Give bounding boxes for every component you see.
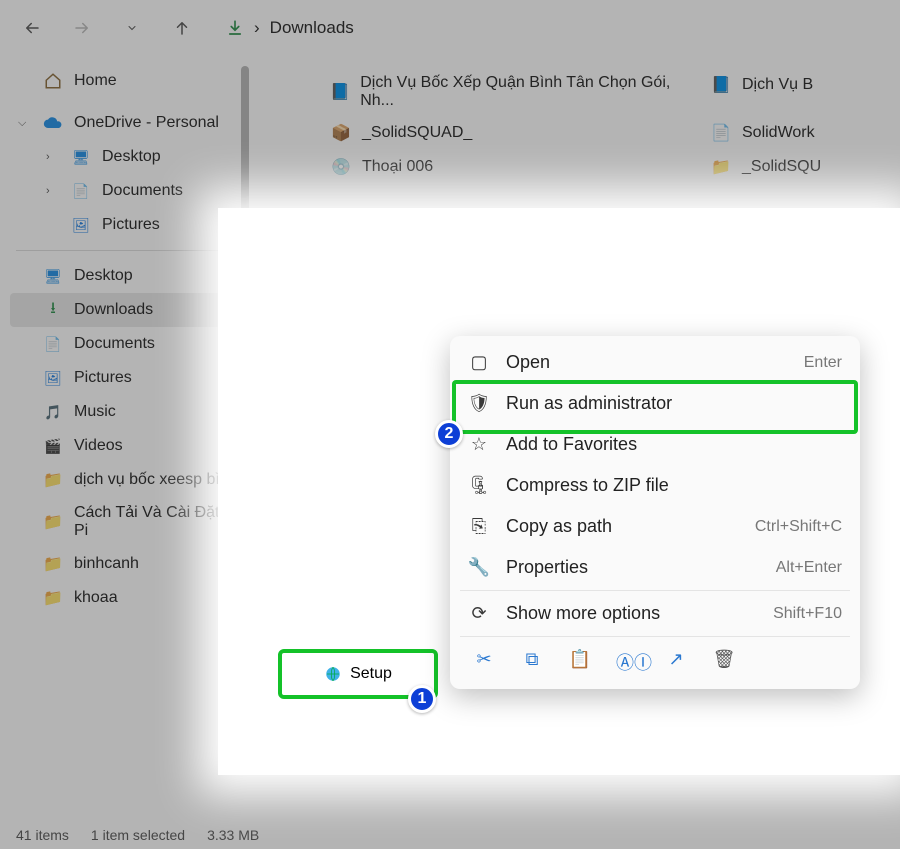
rename-button[interactable]: ⒶⒾ — [616, 649, 640, 675]
file-item[interactable]: 📄SolidWork — [680, 116, 900, 150]
sidebar-item-desktop[interactable]: 🖥Desktop📌 — [10, 259, 246, 293]
chevron-down-icon[interactable]: ⌵ — [18, 117, 32, 130]
forward-button[interactable] — [66, 12, 98, 44]
nav-bar: › Downloads — [0, 0, 900, 56]
sidebar-item-home[interactable]: Home — [10, 64, 246, 98]
sidebar-item-od-documents[interactable]: ›📄Documents — [10, 174, 246, 208]
chevron-right-icon[interactable]: › — [46, 151, 60, 163]
sidebar-item-documents[interactable]: 📄Documents📌 — [10, 327, 246, 361]
file-item[interactable]: 📦_SolidSQUAD_ — [250, 116, 680, 150]
annotation-badge-2: 2 — [435, 420, 463, 448]
shield-icon: 🛡 — [468, 393, 490, 414]
sidebar-item-folder[interactable]: 📁khoaa — [10, 581, 246, 615]
cut-button[interactable]: ✂ — [472, 649, 496, 675]
breadcrumb-location[interactable]: Downloads — [270, 18, 354, 38]
sidebar-item-music[interactable]: 🎵Music📌 — [10, 395, 246, 429]
file-item[interactable]: 📁_SolidSQU — [680, 150, 900, 184]
status-item-count: 41 items — [16, 827, 69, 843]
ctx-show-more[interactable]: ⟳Show more optionsShift+F10 — [450, 593, 860, 634]
context-menu: ▢OpenEnter 🛡Run as administrator ☆Add to… — [450, 336, 860, 689]
status-selection: 1 item selected — [91, 827, 185, 843]
desktop-icon: 🖥 — [42, 266, 64, 286]
share-button[interactable]: ↗ — [664, 649, 688, 675]
folder-icon: 📁 — [710, 156, 732, 178]
file-item[interactable]: 📘Dịch Vụ B — [680, 68, 900, 102]
chevron-right-icon: › — [254, 18, 260, 38]
folder-icon: 📁 — [42, 588, 64, 608]
folder-icon: 📁 — [42, 512, 64, 532]
folder-icon: 📁 — [42, 554, 64, 574]
setup-label: Setup — [350, 665, 392, 683]
status-bar: 41 items 1 item selected 3.33 MB — [0, 821, 900, 849]
chevron-right-icon[interactable]: › — [46, 185, 60, 197]
setup-icon — [324, 665, 342, 683]
ctx-copy-path[interactable]: ⎘Copy as pathCtrl+Shift+C — [450, 506, 860, 547]
open-icon: ▢ — [468, 352, 490, 373]
sidebar-item-od-pictures[interactable]: 🖼Pictures — [10, 208, 246, 242]
music-icon: 🎵 — [42, 402, 64, 422]
recent-dropdown[interactable] — [116, 12, 148, 44]
more-icon: ⟳ — [468, 603, 490, 624]
back-button[interactable] — [16, 12, 48, 44]
breadcrumb[interactable]: › Downloads — [226, 18, 354, 38]
ctx-open[interactable]: ▢OpenEnter — [450, 342, 860, 383]
home-icon — [42, 71, 64, 91]
onedrive-icon — [42, 113, 64, 133]
downloads-icon: ⭳ — [42, 300, 64, 320]
zip-icon: 🗜 — [468, 475, 490, 496]
up-button[interactable] — [166, 12, 198, 44]
desktop-icon: 🖥 — [70, 147, 92, 167]
sidebar-item-downloads[interactable]: ⭳Downloads📌 — [10, 293, 246, 327]
disc-icon: 💿 — [330, 156, 352, 178]
ctx-run-admin[interactable]: 🛡Run as administrator — [450, 383, 860, 424]
folder-icon: 📁 — [42, 470, 64, 490]
sidebar-item-od-desktop[interactable]: ›🖥Desktop — [10, 140, 246, 174]
sidebar-home-label: Home — [74, 72, 117, 90]
star-icon: ☆ — [468, 434, 490, 455]
sidebar-item-videos[interactable]: 🎬Videos📌 — [10, 429, 246, 463]
copy-button[interactable]: ⧉ — [520, 649, 544, 675]
file-item[interactable]: 📘Dịch Vụ Bốc Xếp Quận Bình Tân Chọn Gói,… — [250, 68, 680, 116]
wrench-icon: 🔧 — [468, 557, 490, 578]
sidebar-item-folder[interactable]: 📁dịch vụ bốc xeesp bìn — [10, 463, 246, 497]
videos-icon: 🎬 — [42, 436, 64, 456]
sidebar-item-onedrive[interactable]: ⌵ OneDrive - Personal — [10, 106, 246, 140]
sidebar-item-pictures[interactable]: 🖼Pictures📌 — [10, 361, 246, 395]
downloads-icon — [226, 19, 244, 37]
ctx-properties[interactable]: 🔧PropertiesAlt+Enter — [450, 547, 860, 588]
status-size: 3.33 MB — [207, 827, 259, 843]
pictures-icon: 🖼 — [42, 368, 64, 388]
copy-path-icon: ⎘ — [468, 516, 490, 537]
annotation-badge-1: 1 — [408, 685, 436, 713]
sidebar: Home ⌵ OneDrive - Personal ›🖥Desktop ›📄D… — [0, 56, 250, 816]
sidebar-onedrive-label: OneDrive - Personal — [74, 114, 219, 132]
ctx-toolbar: ✂ ⧉ 📋 ⒶⒾ ↗ 🗑 — [450, 639, 860, 683]
documents-icon: 📄 — [70, 181, 92, 201]
rar-icon: 📦 — [330, 122, 352, 144]
word-icon: 📘 — [330, 81, 350, 103]
sidebar-item-folder[interactable]: 📁binhcanh — [10, 547, 246, 581]
paste-button[interactable]: 📋 — [568, 649, 592, 675]
ctx-compress-zip[interactable]: 🗜Compress to ZIP file — [450, 465, 860, 506]
file-icon: 📄 — [710, 122, 732, 144]
pictures-icon: 🖼 — [70, 215, 92, 235]
documents-icon: 📄 — [42, 334, 64, 354]
word-icon: 📘 — [710, 74, 732, 96]
ctx-add-favorites[interactable]: ☆Add to Favorites — [450, 424, 860, 465]
file-item[interactable]: 💿Thoại 006 — [250, 150, 680, 184]
delete-button[interactable]: 🗑 — [712, 649, 736, 675]
sidebar-item-folder[interactable]: 📁Cách Tải Và Cài Đặt Pi — [10, 497, 246, 547]
